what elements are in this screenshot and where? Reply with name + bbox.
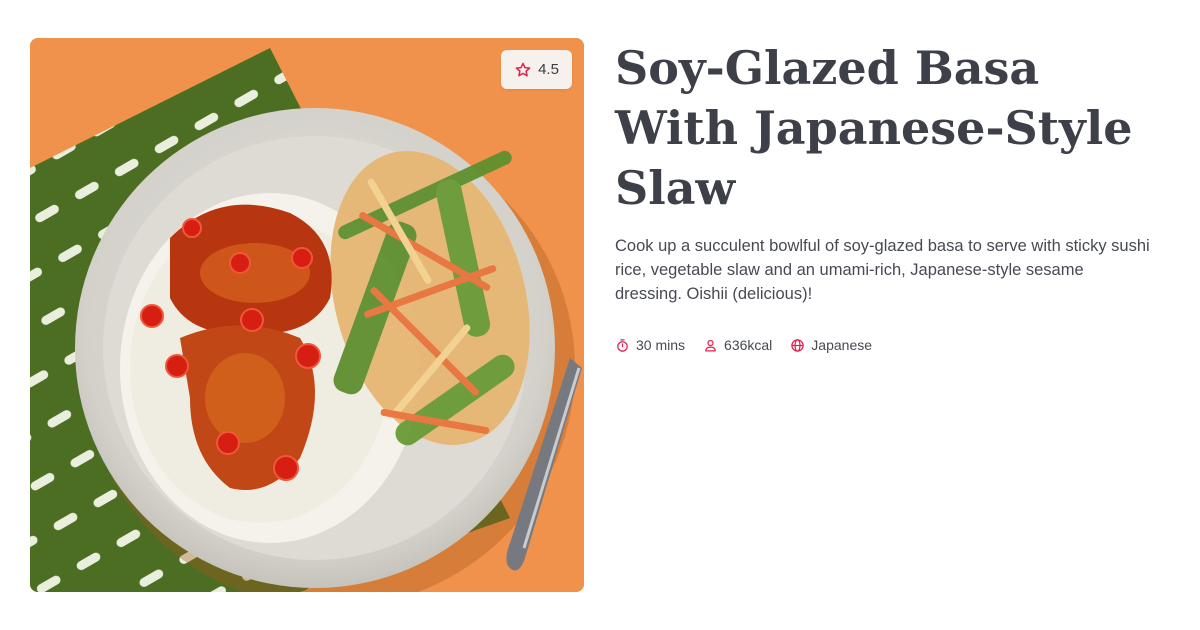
recipe-photo[interactable] xyxy=(30,38,584,592)
rating-badge: 4.5 xyxy=(501,50,572,89)
recipe-photo-illustration xyxy=(30,38,584,592)
recipe-details: Soy-Glazed Basa With Japanese-Style Slaw… xyxy=(615,38,1175,353)
meta-time-value: 30 mins xyxy=(636,337,686,353)
stopwatch-icon xyxy=(617,338,628,352)
star-icon xyxy=(515,62,531,77)
meta-calories-value: 636kcal xyxy=(724,337,773,353)
meta-time: 30 mins xyxy=(615,337,685,353)
rating-value: 4.5 xyxy=(538,61,559,78)
recipe-card: 4.5 Soy-Glazed Basa With Japanese-Style … xyxy=(0,0,1200,630)
person-icon xyxy=(705,339,716,351)
meta-cuisine-value: Japanese xyxy=(811,337,873,353)
meta-calories: 636kcal xyxy=(703,337,772,353)
meta-cuisine: Japanese xyxy=(790,337,872,353)
recipe-meta: 30 mins 636kcal Japanese xyxy=(615,337,1175,353)
recipe-title: Soy-Glazed Basa With Japanese-Style Slaw xyxy=(615,41,1133,215)
recipe-description: Cook up a succulent bowlful of soy-glaze… xyxy=(615,237,1150,303)
globe-icon xyxy=(791,338,805,352)
